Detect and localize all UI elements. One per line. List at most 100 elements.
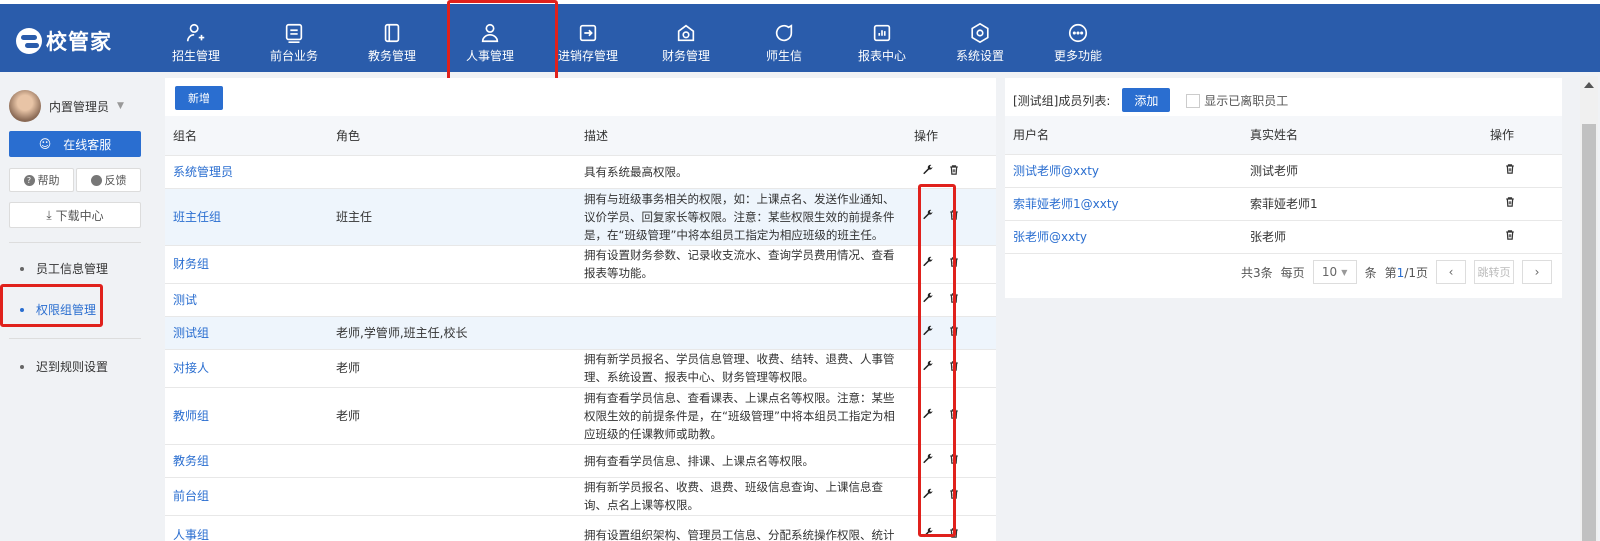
help-button[interactable]: ? 帮助 (9, 168, 74, 192)
remove-member-button[interactable] (1504, 228, 1516, 246)
sidebar-item-staff-info[interactable]: 员工信息管理 (20, 260, 108, 277)
highlight-box-hr-nav (447, 0, 558, 83)
scroll-up-icon[interactable] (1584, 82, 1594, 88)
app-logo[interactable]: 校管家 (16, 26, 112, 56)
group-name-link[interactable]: 测试 (165, 283, 328, 317)
remove-member-button[interactable] (1504, 162, 1516, 180)
group-role: 老师 (328, 349, 576, 388)
table-row: 索菲娅老师1@xxty 索菲娅老师1 (1005, 187, 1562, 221)
trash-icon[interactable] (1504, 229, 1516, 241)
group-name-link[interactable]: 前台组 (165, 477, 328, 516)
group-role (328, 444, 576, 478)
table-row: 教务组 拥有查看学员信息、排课、上课点名等权限。 (165, 444, 996, 478)
logo-icon (16, 28, 42, 54)
jump-page-input[interactable]: 跳转页 (1474, 260, 1514, 284)
finance-icon (677, 24, 695, 42)
members-table: 用户名 真实姓名 操作 测试老师@xxty 测试老师 索菲娅老师1@xxty 索菲娅老… (1005, 116, 1562, 254)
monitor-icon (285, 23, 303, 43)
avatar (9, 90, 41, 122)
group-name-link[interactable]: 班主任组 (165, 188, 328, 246)
trash-icon[interactable] (948, 164, 960, 176)
table-row: 人事组 拥有设置组织架构、管理员工信息、分配系统操作权限、统计 (165, 515, 996, 541)
table-row: 教师组 老师 拥有查看学员信息、查看课表、上课点名等权限。注意：某些权限生效的前提条… (165, 387, 996, 445)
group-description (576, 316, 906, 350)
group-name-link[interactable]: 教务组 (165, 444, 328, 478)
table-row: 测试 (165, 283, 996, 317)
nav-item-settings[interactable]: 系统设置 (930, 8, 1030, 72)
group-name-link[interactable]: 教师组 (165, 387, 328, 445)
group-role (328, 155, 576, 189)
row-actions (1482, 154, 1562, 188)
nav-item-more[interactable]: 更多功能 (1028, 8, 1128, 72)
nav-item-finance[interactable]: 财务管理 (636, 8, 736, 72)
box-arrow-icon (579, 24, 597, 42)
top-navigation-bar: 校管家 招生管理 前台业务 教务管理 人事管理 进销存管理 财务管理 师生信 报… (0, 0, 1600, 72)
column-header-description: 描述 (576, 116, 906, 156)
group-name-link[interactable]: 财务组 (165, 245, 328, 284)
member-real-name: 索菲娅老师1 (1242, 187, 1482, 221)
sidebar-divider (9, 338, 141, 339)
column-header-username: 用户名 (1005, 116, 1242, 155)
group-name-link[interactable]: 系统管理员 (165, 155, 328, 189)
group-role: 老师,学管师,班主任,校长 (328, 316, 576, 350)
member-username-link[interactable]: 张老师@xxty (1005, 220, 1242, 254)
edit-permission-button[interactable] (922, 163, 934, 181)
members-panel: [测试组]成员列表: 添加 显示已离职员工 用户名 真实姓名 操作 测试老师@x… (1005, 78, 1562, 298)
page-size-select[interactable]: 10 ▼ (1312, 260, 1357, 284)
wrench-icon[interactable] (922, 164, 934, 176)
question-icon: ? (23, 174, 35, 186)
trash-icon[interactable] (1504, 163, 1516, 175)
chevron-right-icon: › (1534, 265, 1540, 279)
table-row: 前台组 拥有新学员报名、收费、退费、班级信息查询、上课信息查询、点名上课等权限。 (165, 477, 996, 516)
group-name-link[interactable]: 测试组 (165, 316, 328, 350)
nav-item-front-desk[interactable]: 前台业务 (244, 8, 344, 72)
download-center-button[interactable]: ⤓ 下载中心 (9, 202, 141, 228)
feedback-button[interactable]: 反馈 (76, 168, 141, 192)
settings-icon (971, 22, 989, 44)
member-username-link[interactable]: 索菲娅老师1@xxty (1005, 187, 1242, 221)
trash-icon[interactable] (1504, 196, 1516, 208)
table-row: 财务组 拥有设置财务参数、记录收支流水、查询学员费用情况、查看报表等功能。 (165, 245, 996, 284)
show-resigned-toggle[interactable]: 显示已离职员工 (1186, 92, 1288, 109)
nav-item-academic[interactable]: 教务管理 (342, 8, 442, 72)
sidebar-item-late-rules[interactable]: 迟到规则设置 (20, 358, 108, 375)
sidebar-divider (9, 242, 141, 243)
add-group-button[interactable]: 新增 (175, 86, 223, 110)
group-role (328, 515, 576, 541)
column-header-actions: 操作 (906, 116, 996, 156)
permission-groups-panel: 新增 组名 角色 描述 操作 系统管理员 具有系统最高权限。 班主任组 班主任 拥有与班… (165, 78, 996, 541)
headset-icon: ☺ (38, 137, 52, 151)
scrollbar[interactable] (1580, 76, 1598, 541)
next-page-button[interactable]: › (1522, 260, 1552, 284)
group-description (576, 283, 906, 317)
group-description: 拥有设置财务参数、记录收支流水、查询学员费用情况、查看报表等功能。 (576, 245, 906, 284)
action-buttons (1490, 195, 1562, 213)
total-count: 共3条 (1240, 265, 1273, 280)
feedback-icon (90, 174, 102, 186)
pagination: 共3条 每页 10 ▼ 条 第1/1页 ‹ 跳转页 › (1241, 260, 1552, 284)
remove-member-button[interactable] (1504, 195, 1516, 213)
delete-group-button[interactable] (948, 163, 960, 181)
members-title: [测试组]成员列表: (1013, 93, 1111, 108)
online-service-button[interactable]: ☺ 在线客服 (9, 131, 141, 157)
member-username-link[interactable]: 测试老师@xxty (1005, 154, 1242, 188)
nav-item-reports[interactable]: 报表中心 (832, 8, 932, 72)
nav-item-recruitment[interactable]: 招生管理 (146, 8, 246, 72)
group-role (328, 477, 576, 516)
user-profile[interactable]: 内置管理员 ▼ (9, 90, 124, 122)
group-name-link[interactable]: 人事组 (165, 515, 328, 541)
user-name: 内置管理员 (49, 99, 110, 114)
group-description: 拥有新学员报名、学员信息管理、收费、结转、退费、人事管理、系统设置、报表中心、财… (576, 349, 906, 388)
prev-page-button[interactable]: ‹ (1436, 260, 1466, 284)
add-member-button[interactable]: 添加 (1122, 88, 1171, 112)
more-icon (1068, 23, 1088, 43)
table-row: 张老师@xxty 张老师 (1005, 220, 1562, 254)
checkbox[interactable] (1186, 94, 1201, 108)
page-size-unit: 条 (1364, 265, 1377, 280)
group-description: 拥有与班级事务相关的权限，如：上课点名、发送作业通知、议价学员、回复家长等权限。… (576, 188, 906, 246)
group-name-link[interactable]: 对接人 (165, 349, 328, 388)
group-role (328, 283, 576, 317)
nav-item-messaging[interactable]: 师生信 (734, 8, 834, 72)
scrollbar-thumb[interactable] (1582, 124, 1596, 541)
bullet-icon (20, 266, 24, 271)
